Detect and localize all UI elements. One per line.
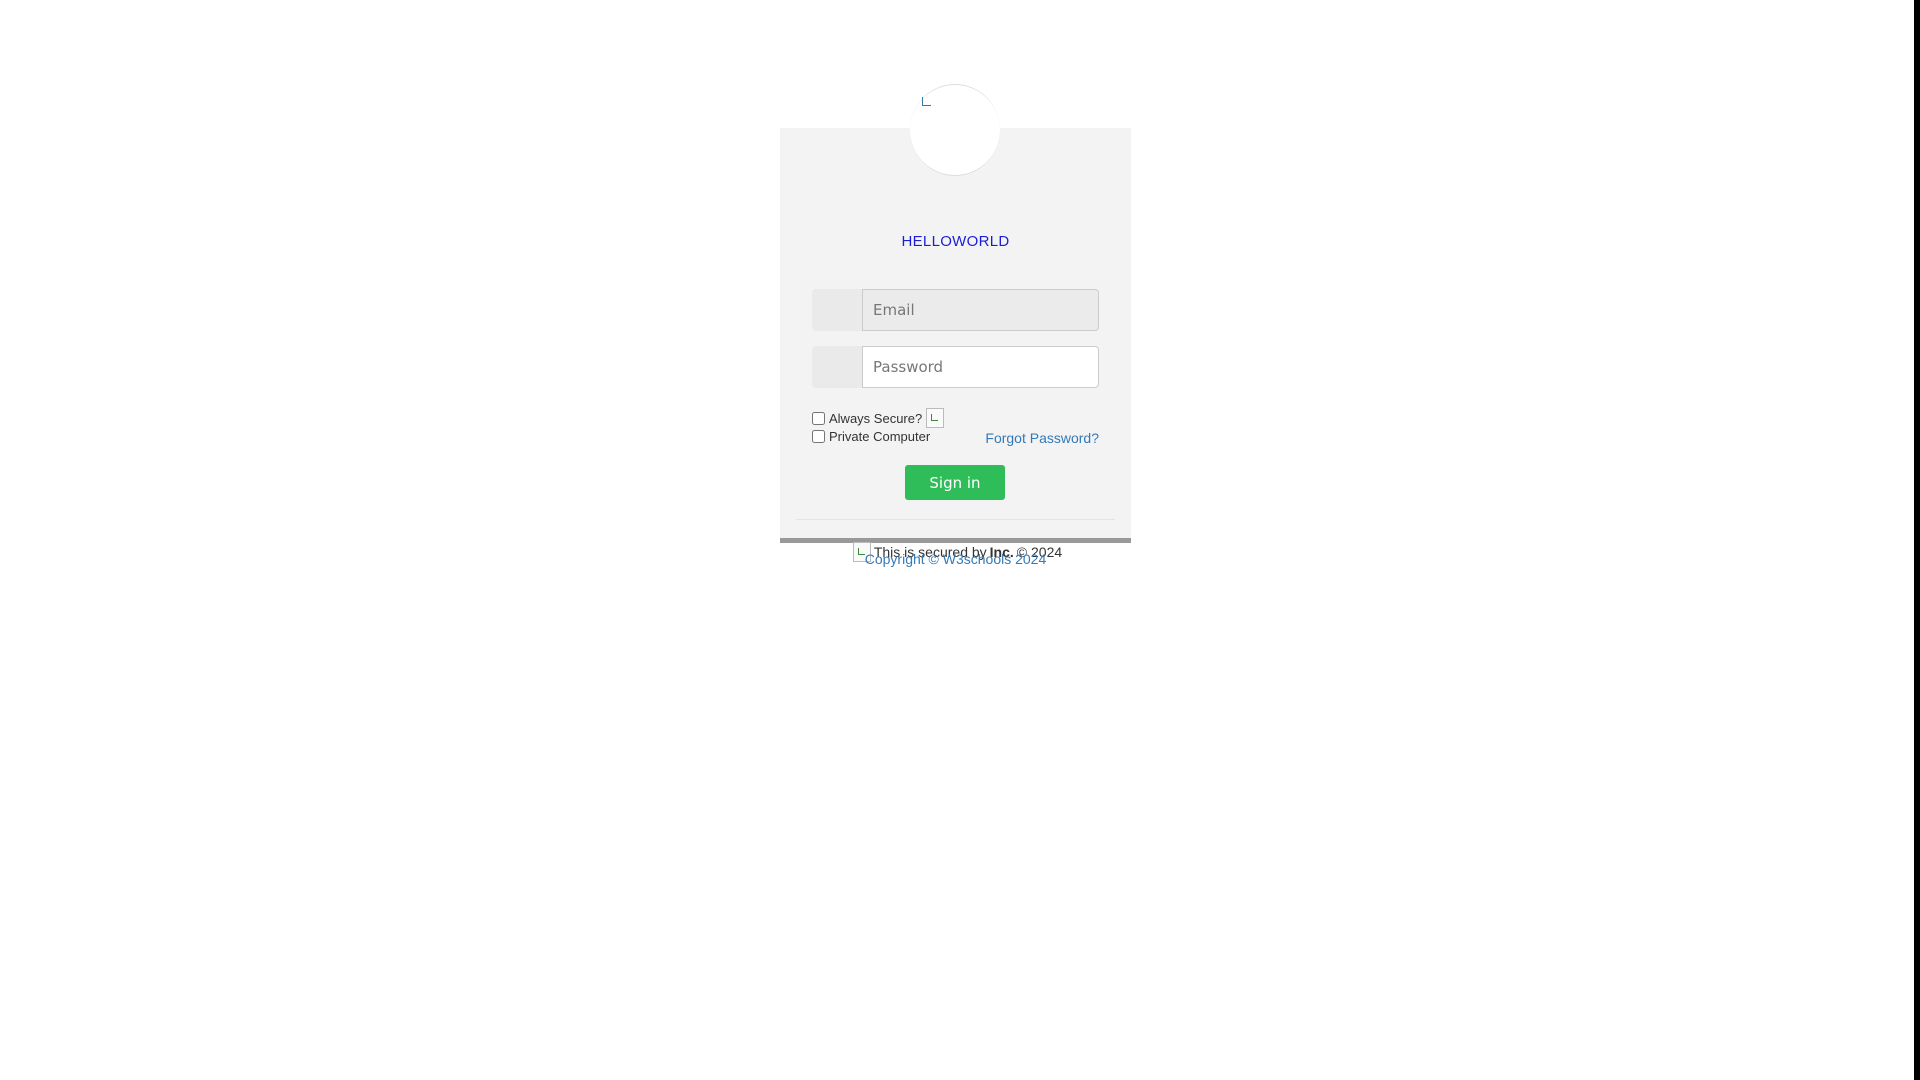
always-secure-row: Always Secure? xyxy=(812,408,945,428)
password-field-group xyxy=(812,346,1099,388)
email-field-group xyxy=(812,289,1099,331)
private-computer-row: Private Computer xyxy=(812,429,930,444)
always-secure-label: Always Secure? xyxy=(829,410,923,426)
help-image-icon[interactable] xyxy=(926,408,945,428)
lock-icon xyxy=(812,346,862,388)
signin-button[interactable]: Sign in xyxy=(905,465,1005,500)
private-computer-label: Private Computer xyxy=(829,429,931,444)
broken-image-icon xyxy=(922,97,931,106)
email-icon xyxy=(812,289,862,331)
logo-icon xyxy=(910,84,1000,176)
copyright-link[interactable]: Copyright © W3schools 2024 xyxy=(780,551,1131,567)
login-card: HELLOWORLD Always Secure? Private Comput… xyxy=(780,128,1131,562)
always-secure-checkbox[interactable] xyxy=(812,411,825,425)
divider xyxy=(796,519,1115,520)
private-computer-checkbox[interactable] xyxy=(812,430,825,443)
scrollbar[interactable] xyxy=(1914,0,1920,1080)
password-input[interactable] xyxy=(862,346,1099,388)
forgot-password-link[interactable]: Forgot Password? xyxy=(985,430,1099,446)
email-input[interactable] xyxy=(862,289,1099,331)
brand-name: HELLOWORLD xyxy=(901,233,1010,250)
